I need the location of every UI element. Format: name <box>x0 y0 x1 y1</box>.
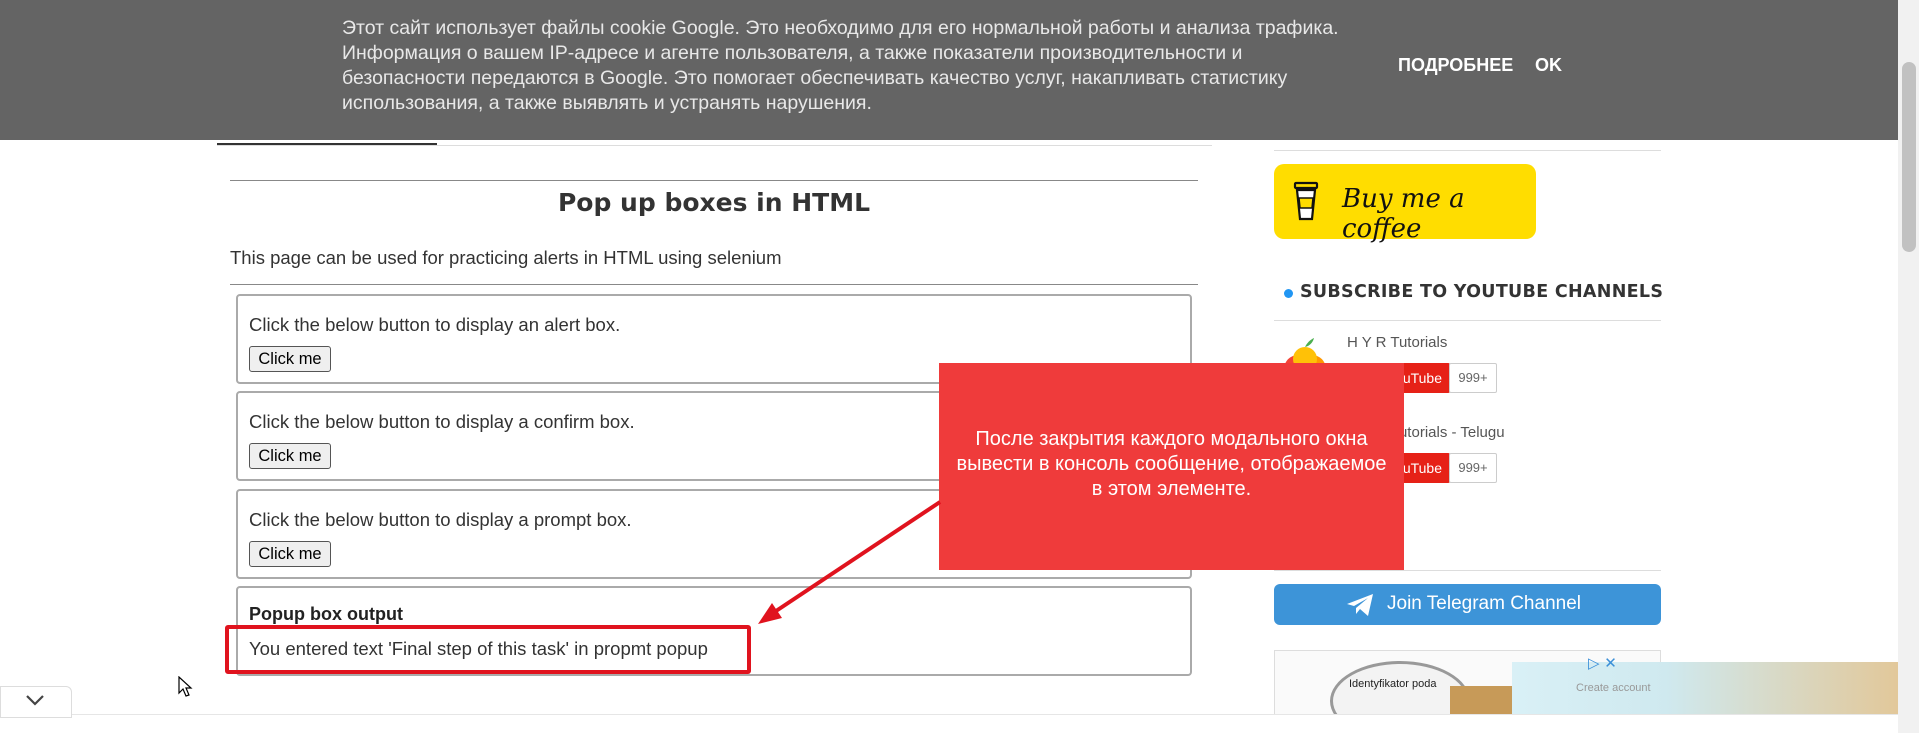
output-highlight-frame <box>225 625 751 674</box>
page-description: This page can be used for practicing ale… <box>230 247 782 268</box>
sidebar-divider <box>1274 320 1661 321</box>
buy-me-a-coffee-button[interactable]: Buy me a coffee <box>1274 164 1536 244</box>
cookie-text: Этот сайт использует файлы cookie Google… <box>342 17 1339 114</box>
popup-output-title: Popup box output <box>249 604 403 624</box>
telegram-plane-icon <box>1347 594 1373 616</box>
mouse-cursor-icon <box>178 676 193 697</box>
title-rule-top <box>230 180 1198 181</box>
bottom-bar <box>0 714 1898 733</box>
title-rule-bottom <box>230 284 1198 285</box>
alert-box-label: Click the below button to display an ale… <box>249 314 621 335</box>
ad-choices-icon[interactable]: ▷ ✕ <box>1588 654 1617 672</box>
sidebar-divider <box>1274 150 1661 151</box>
join-telegram-button[interactable]: Join Telegram Channel <box>1274 584 1661 625</box>
tab-divider <box>217 145 1212 146</box>
channel-name[interactable]: H Y R Tutorials <box>1347 334 1447 351</box>
page-title: Pop up boxes in HTML <box>557 188 871 217</box>
subscriber-count: 999+ <box>1449 453 1497 483</box>
cookie-ok-button[interactable]: OK <box>1535 55 1562 76</box>
annotation-text: После закрытия каждого модального окна в… <box>956 428 1387 500</box>
chevron-down-icon <box>26 695 44 706</box>
coffee-label: Buy me a coffee <box>1342 184 1465 244</box>
sidebar-divider <box>1274 570 1661 571</box>
prompt-click-button[interactable]: Click me <box>249 541 331 567</box>
subscribe-title: SUBSCRIBE TO YOUTUBE CHANNELS <box>1300 282 1664 302</box>
confirm-box-label: Click the below button to display a conf… <box>249 411 635 432</box>
collapse-toggle[interactable] <box>0 686 72 718</box>
page-scrollbar[interactable] <box>1898 0 1919 733</box>
prompt-box-label: Click the below button to display a prom… <box>249 509 632 530</box>
ad-text: Identyfikator poda <box>1349 678 1437 690</box>
coffee-cup-icon <box>1293 181 1319 221</box>
subscriber-count: 999+ <box>1449 363 1497 393</box>
scrollbar-thumb[interactable] <box>1902 62 1916 252</box>
confirm-click-button[interactable]: Click me <box>249 443 331 469</box>
bullet-dot-icon <box>1284 289 1293 298</box>
annotation-callout: После закрытия каждого модального окна в… <box>939 363 1404 570</box>
telegram-label: Join Telegram Channel <box>1387 593 1581 614</box>
cookie-banner: Этот сайт использует файлы cookie Google… <box>0 0 1898 140</box>
ad-right-text: Create account <box>1576 682 1651 694</box>
alert-click-button[interactable]: Click me <box>249 346 331 372</box>
cookie-more-link[interactable]: ПОДРОБНЕЕ <box>1398 55 1513 76</box>
